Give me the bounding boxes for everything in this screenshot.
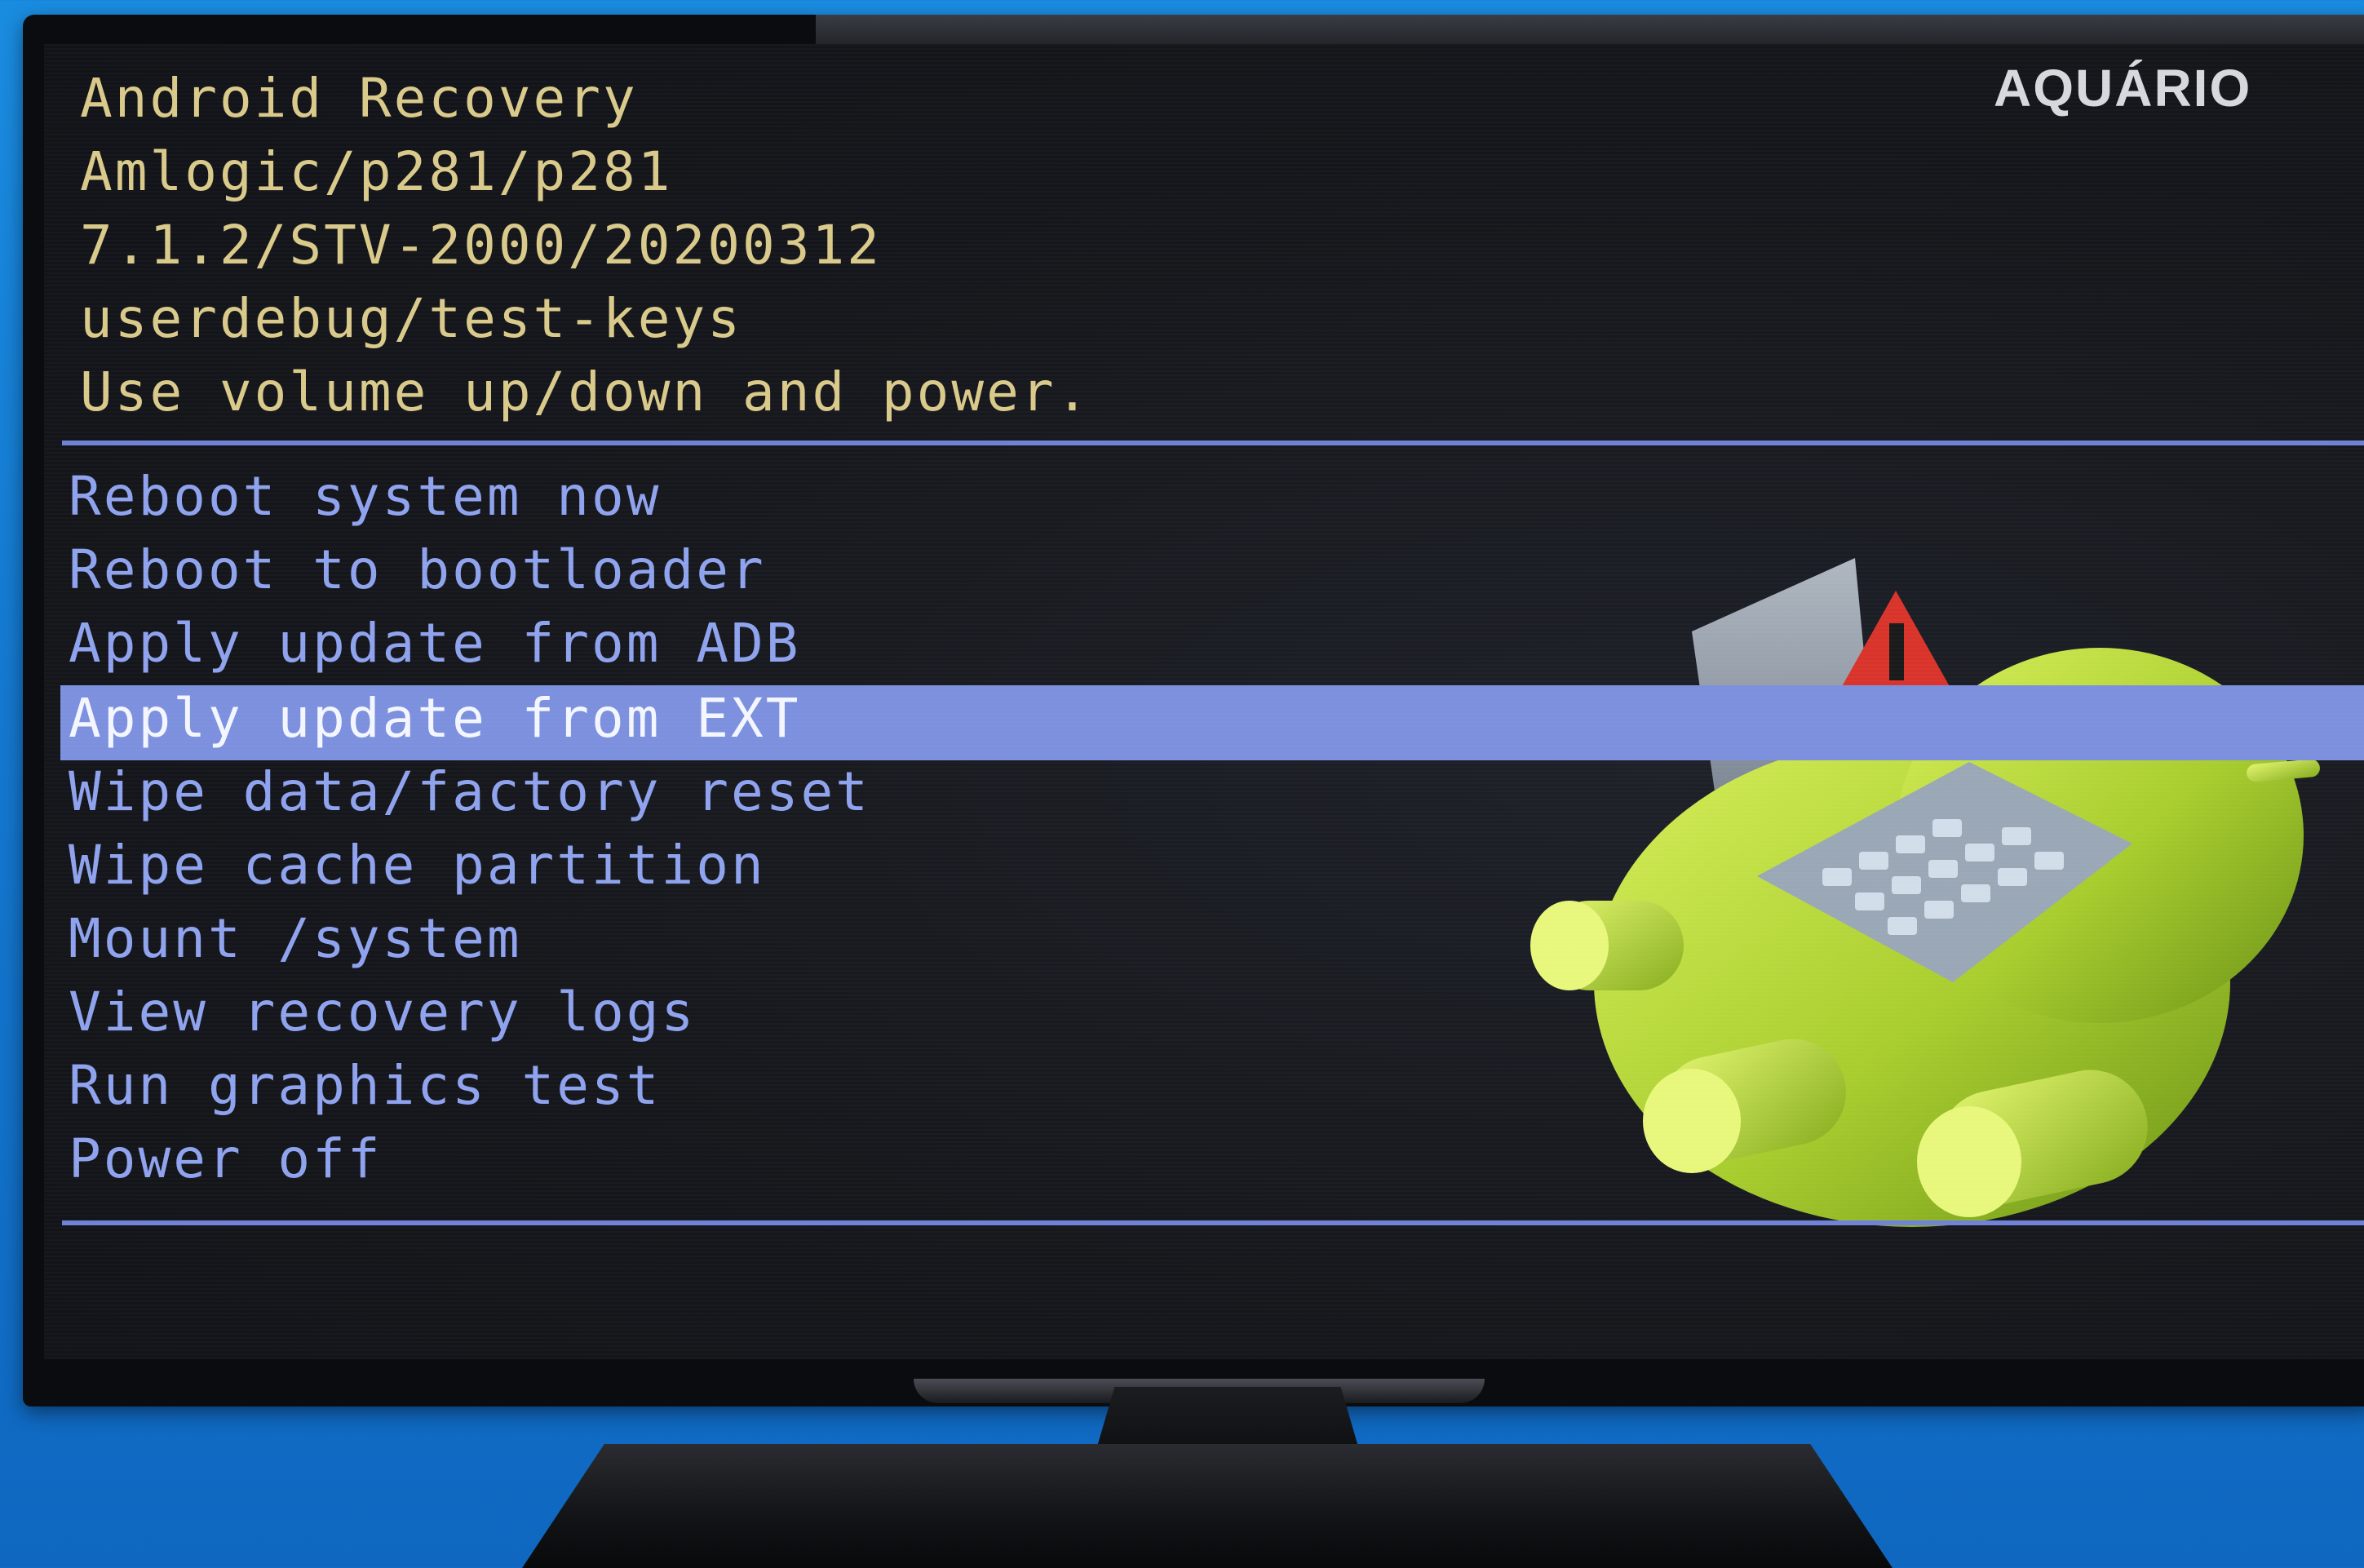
menu-item-view-logs[interactable]: View recovery logs [69, 986, 696, 1039]
tv-stand-base [522, 1444, 1893, 1568]
android-robot-error-icon [1530, 558, 2320, 1227]
tv-bezel-top-strip [816, 15, 2364, 44]
menu-item-wipe-data[interactable]: Wipe data/factory reset [69, 765, 870, 819]
menu-divider-bottom [62, 1220, 2364, 1225]
header-keys: userdebug/test-keys [80, 287, 742, 350]
header-instructions: Use volume up/down and power. [80, 361, 1091, 423]
menu-item-graphics-test[interactable]: Run graphics test [69, 1059, 662, 1113]
brand-logo: AQUÁRIO [1994, 59, 2252, 117]
header-device: Amlogic/p281/p281 [80, 140, 673, 203]
menu-item-reboot-system[interactable]: Reboot system now [69, 470, 662, 524]
menu-item-reboot-bootloader[interactable]: Reboot to bootloader [69, 543, 766, 597]
menu-item-apply-adb[interactable]: Apply update from ADB [69, 617, 800, 671]
header-title: Android Recovery [80, 67, 638, 130]
recovery-screen: Android Recovery Amlogic/p281/p281 7.1.2… [44, 44, 2364, 1359]
header-build: 7.1.2/STV-2000/20200312 [80, 214, 882, 277]
menu-divider-top [62, 441, 2364, 445]
menu-item-power-off[interactable]: Power off [69, 1132, 383, 1186]
menu-item-mount-system[interactable]: Mount /system [69, 912, 522, 966]
menu-item-wipe-cache[interactable]: Wipe cache partition [69, 839, 766, 893]
menu-item-apply-ext[interactable]: Apply update from EXT [69, 692, 800, 746]
